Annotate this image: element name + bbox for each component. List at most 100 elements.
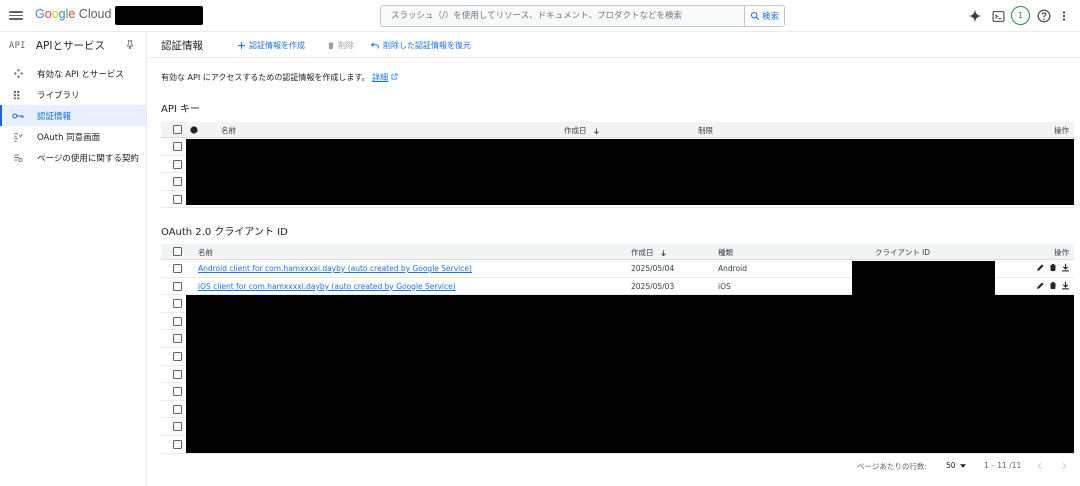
col-created[interactable]: 作成日 (564, 125, 600, 136)
description-text: 有効な API にアクセスするための認証情報を作成します。 詳細 (161, 72, 398, 83)
created-date: 2025/05/03 (631, 281, 675, 291)
table-pagination: ページあたりの行数: 50 1 – 11 /11 (148, 456, 1080, 476)
page-title: 認証情報 (161, 40, 203, 52)
col-actions: 操作 (1054, 126, 1069, 135)
trash-icon (328, 42, 334, 50)
row-actions (1036, 281, 1070, 290)
sidebar-item-library[interactable]: ライブラリ (0, 84, 146, 105)
sort-arrow-down-icon (661, 250, 666, 257)
redacted-oauth-rows-block (186, 295, 1074, 453)
edit-pencil-icon[interactable] (1036, 263, 1045, 272)
status-dot-icon (190, 126, 198, 134)
row-checkbox[interactable] (173, 351, 182, 361)
notifications-badge[interactable]: 1 (1011, 6, 1030, 25)
action-bar: 認証情報 認証情報を作成 削除 削除した認証情報を復元 (148, 32, 1080, 58)
sidebar-header: API APIとサービス (0, 32, 146, 59)
api-keys-title: API キー (161, 104, 200, 115)
col-created[interactable]: 作成日 (631, 247, 667, 258)
sidebar-item-page-agreement[interactable]: ページの使用に関する契約 (0, 147, 146, 168)
key-icon (12, 112, 24, 120)
search-button-label: 検索 (761, 12, 779, 22)
select-all-checkbox[interactable] (173, 125, 182, 134)
download-icon[interactable] (1061, 281, 1070, 290)
learn-more-link[interactable]: 詳細 (372, 73, 388, 82)
restore-credentials-button[interactable]: 削除した認証情報を復元 (370, 40, 471, 51)
page-agreement-icon (12, 153, 24, 163)
row-checkbox[interactable] (173, 194, 182, 204)
library-grid-icon (12, 90, 24, 100)
row-checkbox[interactable] (173, 439, 182, 449)
undo-icon (370, 42, 379, 49)
sidebar-title: APIとサービス (35, 40, 105, 52)
select-all-checkbox[interactable] (173, 247, 182, 256)
sort-arrow-down-icon (594, 128, 599, 135)
sidebar-item-credentials[interactable]: 認証情報 (0, 105, 146, 126)
download-icon[interactable] (1061, 263, 1070, 272)
client-type: Android (718, 264, 747, 273)
api-keys-header-row: 名前 作成日 制限 操作 (161, 122, 1074, 138)
rows-per-page-label: ページあたりの行数: (857, 462, 927, 471)
api-keys-table: 名前 作成日 制限 操作 (161, 122, 1074, 209)
project-picker-redacted[interactable] (115, 6, 203, 25)
gemini-sparkle-icon[interactable] (966, 7, 984, 25)
row-checkbox[interactable] (173, 422, 182, 432)
client-type: iOS (718, 281, 731, 291)
create-credentials-button[interactable]: 認証情報を作成 (237, 40, 305, 51)
edit-pencil-icon[interactable] (1036, 281, 1045, 290)
search-box (380, 5, 745, 27)
client-name-link[interactable]: Android client for com.hamxxxxi.dayby (a… (198, 264, 472, 273)
search-input[interactable] (391, 11, 735, 21)
col-name[interactable]: 名前 (198, 247, 213, 258)
top-bar: Google Cloud 検索 1 (0, 0, 1080, 32)
search-icon (750, 11, 760, 21)
cloud-shell-icon[interactable] (989, 7, 1007, 25)
col-client-id: クライアント ID (875, 248, 931, 257)
delete-trash-icon[interactable] (1049, 281, 1057, 290)
client-name-link[interactable]: iOS client for com.hamxxxxi.dayby (auto … (198, 282, 456, 291)
api-logo-icon: API (9, 40, 26, 51)
help-icon[interactable] (1035, 7, 1053, 25)
row-checkbox[interactable] (173, 264, 182, 273)
sidebar-item-enabled-apis[interactable]: 有効な API とサービス (0, 63, 146, 84)
row-checkbox[interactable] (173, 334, 182, 344)
more-vert-icon[interactable] (1055, 7, 1073, 25)
pagination-range: 1 – 11 /11 (984, 461, 1022, 470)
row-checkbox[interactable] (173, 369, 182, 379)
hamburger-menu-icon[interactable] (9, 9, 23, 23)
col-actions: 操作 (1054, 248, 1069, 257)
next-page-chevron-icon[interactable] (1060, 461, 1068, 473)
dropdown-arrow-icon (959, 464, 966, 468)
row-checkbox[interactable] (173, 177, 182, 187)
oauth-section-title: OAuth 2.0 クライアント ID (161, 227, 288, 238)
row-checkbox[interactable] (173, 387, 182, 397)
row-checkbox[interactable] (173, 281, 182, 291)
col-type: 種類 (718, 248, 733, 257)
api-hub-icon (12, 68, 24, 79)
row-checkbox[interactable] (173, 404, 182, 414)
oauth-clients-table: 名前 作成日 種類 クライアント ID 操作 Android client fo… (161, 244, 1074, 454)
delete-button[interactable]: 削除 (327, 40, 354, 51)
main-content: 認証情報 認証情報を作成 削除 削除した認証情報を復元 有効な API にアクセ… (148, 32, 1080, 486)
open-in-new-icon (391, 73, 398, 80)
plus-icon (238, 42, 245, 49)
col-name[interactable]: 名前 (221, 125, 236, 136)
row-checkbox[interactable] (173, 316, 182, 326)
oauth-header-row: 名前 作成日 種類 クライアント ID 操作 (161, 244, 1074, 260)
row-checkbox[interactable] (173, 159, 182, 169)
search-button[interactable]: 検索 (744, 5, 785, 27)
col-restriction: 制限 (698, 126, 713, 135)
sidebar: API APIとサービス 有効な API とサービス ライブラリ 認証情報 OA… (0, 32, 147, 486)
row-actions (1036, 263, 1070, 272)
row-checkbox[interactable] (173, 299, 182, 309)
redacted-api-keys-block (186, 139, 1074, 205)
google-cloud-logo[interactable]: Google Cloud (35, 7, 111, 21)
rows-per-page-select[interactable]: 50 (946, 461, 966, 470)
previous-page-chevron-icon[interactable] (1036, 461, 1044, 473)
sidebar-item-oauth-consent[interactable]: OAuth 同意画面 (0, 126, 146, 147)
created-date: 2025/05/04 (631, 264, 675, 273)
delete-trash-icon[interactable] (1049, 263, 1057, 272)
oauth-consent-icon (12, 132, 24, 142)
redacted-client-id-block (852, 261, 995, 296)
row-checkbox[interactable] (173, 142, 182, 151)
pin-icon[interactable] (125, 39, 135, 53)
